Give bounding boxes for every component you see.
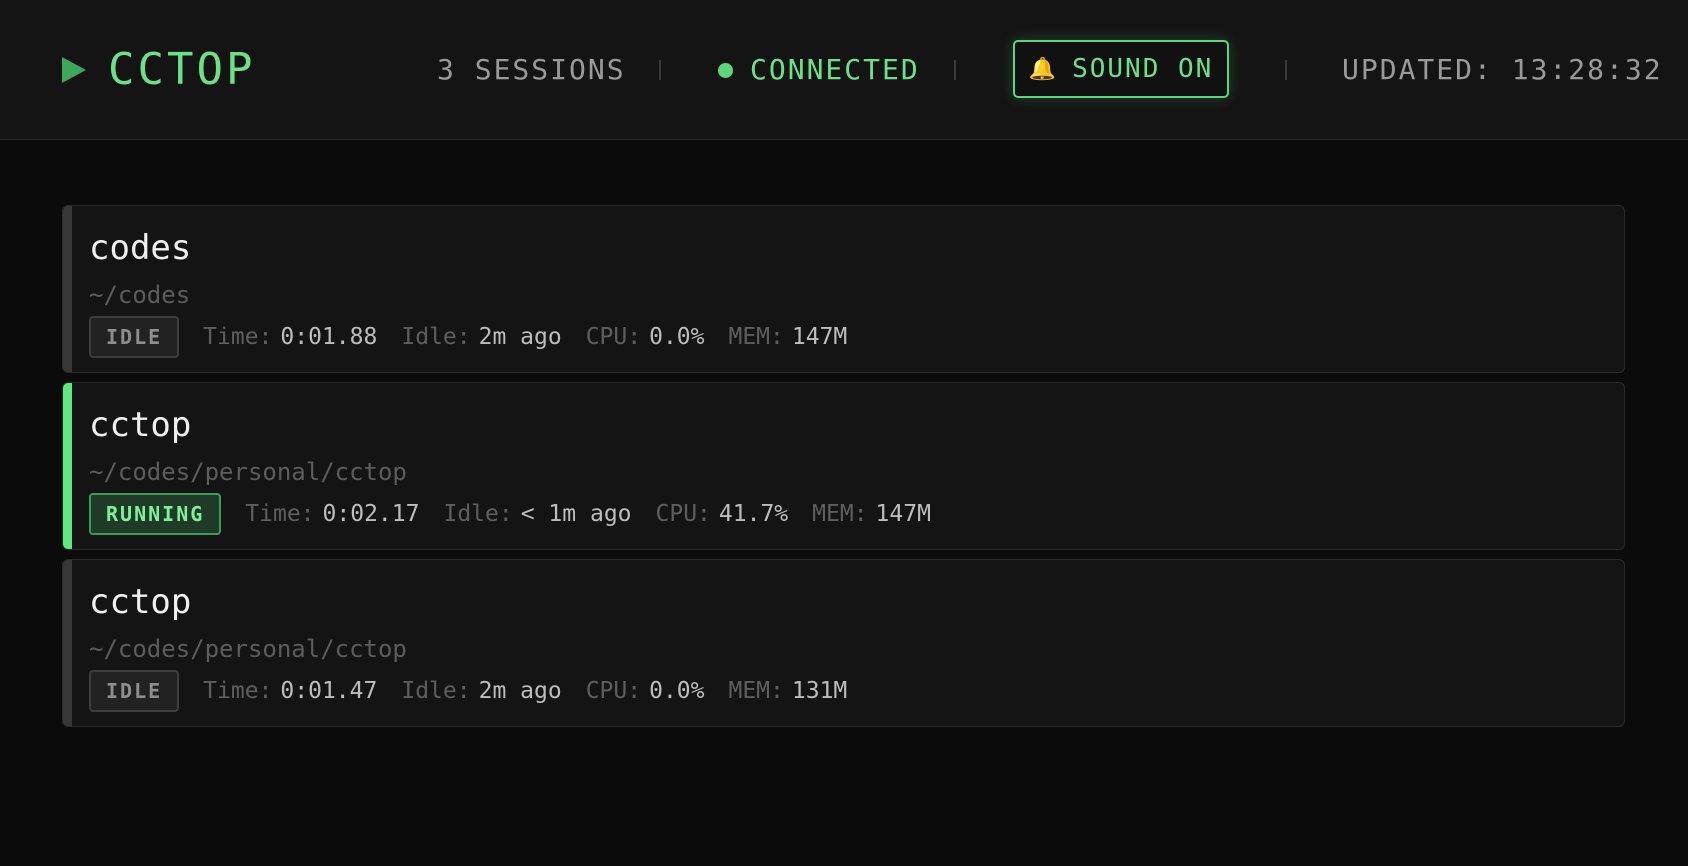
session-list: codes ~/codes IDLE Time: 0:01.88 Idle: 2… xyxy=(62,205,1625,736)
divider xyxy=(659,60,661,80)
mem-label: MEM: xyxy=(812,501,868,527)
divider xyxy=(954,60,956,80)
session-card[interactable]: codes ~/codes IDLE Time: 0:01.88 Idle: 2… xyxy=(62,205,1625,373)
divider xyxy=(1285,60,1287,80)
session-path: ~/codes/personal/cctop xyxy=(89,635,407,663)
status-badge: RUNNING xyxy=(89,493,222,535)
status-dot-icon xyxy=(718,62,733,78)
cpu-label: CPU: xyxy=(585,678,642,704)
last-updated: UPDATED: 13:28:32 xyxy=(1342,53,1663,86)
mem-value: 147M xyxy=(875,501,931,527)
session-path: ~/codes xyxy=(89,281,191,309)
session-card[interactable]: cctop ~/codes/personal/cctop RUNNING Tim… xyxy=(62,382,1625,550)
idle-value: 2m ago xyxy=(478,678,562,704)
cpu-value: 41.7% xyxy=(718,501,789,527)
play-icon xyxy=(62,57,86,83)
time-value: 0:02.17 xyxy=(322,501,420,527)
idle-label: Idle: xyxy=(443,501,513,527)
cpu-value: 0.0% xyxy=(649,678,705,704)
idle-value: 2m ago xyxy=(478,324,562,350)
status-badge: IDLE xyxy=(89,316,180,358)
session-meta: IDLE Time: 0:01.88 Idle: 2m ago CPU: 0.0… xyxy=(89,316,871,358)
idle-value: < 1m ago xyxy=(520,501,632,527)
mem-label: MEM: xyxy=(728,678,784,704)
top-bar: CCTOP 3 SESSIONS CONNECTED 🔔 SOUND ON UP… xyxy=(0,0,1688,140)
time-label: Time: xyxy=(245,501,315,527)
session-count: 3 SESSIONS xyxy=(437,53,626,86)
status-badge: IDLE xyxy=(89,670,180,712)
sound-toggle-label: SOUND ON xyxy=(1072,54,1214,84)
session-path: ~/codes/personal/cctop xyxy=(89,458,407,486)
mem-value: 131M xyxy=(791,678,848,704)
session-meta: RUNNING Time: 0:02.17 Idle: < 1m ago CPU… xyxy=(89,493,955,535)
session-card[interactable]: cctop ~/codes/personal/cctop IDLE Time: … xyxy=(62,559,1625,727)
status-accent-bar xyxy=(63,206,72,372)
connection-status-label: CONNECTED xyxy=(750,53,920,86)
time-label: Time: xyxy=(203,324,273,350)
session-meta: IDLE Time: 0:01.47 Idle: 2m ago CPU: 0.0… xyxy=(89,670,871,712)
connection-status: CONNECTED xyxy=(718,52,920,88)
session-name: cctop xyxy=(89,405,192,445)
cpu-label: CPU: xyxy=(585,324,642,350)
time-label: Time: xyxy=(203,678,273,704)
app-title: CCTOP xyxy=(108,44,256,95)
time-value: 0:01.47 xyxy=(280,678,378,704)
mem-value: 147M xyxy=(791,324,848,350)
sound-toggle-button[interactable]: 🔔 SOUND ON xyxy=(1013,40,1229,98)
session-name: codes xyxy=(89,228,192,268)
idle-label: Idle: xyxy=(401,678,471,704)
cpu-label: CPU: xyxy=(655,501,711,527)
mem-label: MEM: xyxy=(728,324,784,350)
status-accent-bar xyxy=(63,560,72,726)
idle-label: Idle: xyxy=(401,324,471,350)
bell-icon: 🔔 xyxy=(1028,56,1059,82)
cpu-value: 0.0% xyxy=(649,324,705,350)
session-name: cctop xyxy=(89,582,192,622)
time-value: 0:01.88 xyxy=(280,324,378,350)
status-accent-bar xyxy=(63,383,72,549)
brand: CCTOP xyxy=(62,42,255,98)
